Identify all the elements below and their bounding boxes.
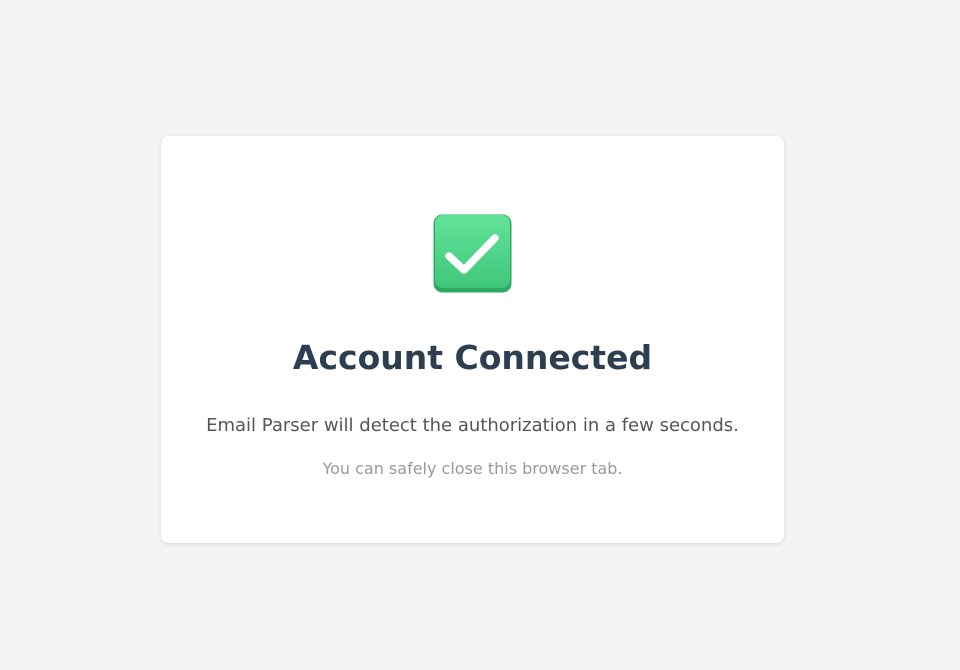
- page-title: Account Connected: [292, 338, 653, 377]
- close-tab-note: You can safely close this browser tab.: [322, 459, 623, 478]
- status-card: Account Connected Email Parser will dete…: [161, 136, 784, 543]
- status-message: Email Parser will detect the authorizati…: [206, 415, 739, 436]
- check-mark-icon: [433, 214, 512, 293]
